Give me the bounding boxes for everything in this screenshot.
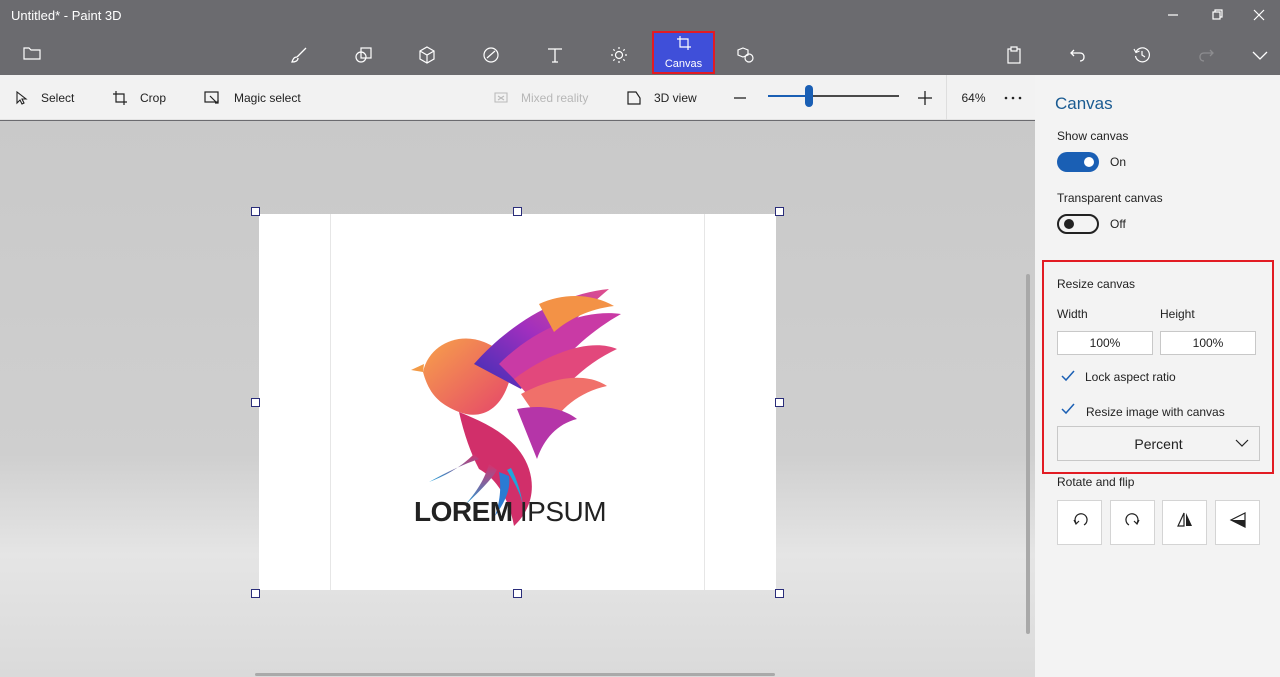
zoom-in-button[interactable]: [917, 75, 933, 120]
resize-handle-right[interactable]: [775, 398, 784, 407]
zoom-slider-thumb[interactable]: [805, 85, 813, 107]
show-canvas-label: Show canvas: [1057, 129, 1129, 143]
cursor-icon: [15, 90, 29, 105]
transparent-canvas-label: Transparent canvas: [1057, 191, 1163, 205]
history-icon[interactable]: [1127, 38, 1157, 72]
window-title: Untitled* - Paint 3D: [11, 8, 122, 23]
workspace[interactable]: [0, 121, 1035, 677]
resize-image-label: Resize image with canvas: [1086, 405, 1225, 419]
shapes-3d-icon[interactable]: [412, 38, 442, 72]
drawing-canvas[interactable]: [259, 214, 776, 590]
3d-view-button[interactable]: 3D view: [626, 75, 697, 120]
chevron-down-icon[interactable]: [1245, 38, 1275, 72]
logo-text-bold: LOREM: [414, 496, 513, 527]
canvas-panel: Canvas Show canvas On Transparent canvas…: [1035, 75, 1280, 677]
restore-button[interactable]: [1203, 4, 1233, 26]
close-button[interactable]: [1244, 4, 1274, 26]
show-canvas-toggle[interactable]: [1057, 152, 1099, 172]
rotate-left-button[interactable]: [1057, 500, 1102, 545]
panel-title: Canvas: [1055, 94, 1113, 113]
resize-handle-left[interactable]: [251, 398, 260, 407]
vertical-scrollbar[interactable]: [1026, 274, 1030, 634]
logo-text: LOREM IPSUM: [414, 496, 607, 528]
paste-icon[interactable]: [999, 38, 1029, 72]
show-canvas-toggle-knob: [1084, 157, 1094, 167]
shapes-2d-icon[interactable]: [349, 38, 379, 72]
3d-view-label: 3D view: [654, 90, 697, 105]
transparent-canvas-state: Off: [1110, 217, 1126, 231]
mixed-reality-icon: [493, 90, 509, 106]
resize-canvas-label: Resize canvas: [1057, 277, 1136, 291]
tab-canvas-label: Canvas: [664, 58, 703, 70]
zoom-slider[interactable]: [768, 85, 899, 107]
resize-handle-bottom-right[interactable]: [775, 589, 784, 598]
redo-icon: [1191, 38, 1221, 72]
height-input[interactable]: 100%: [1160, 331, 1256, 355]
magic-select-button[interactable]: Magic select: [204, 75, 301, 120]
brushes-icon[interactable]: [284, 38, 314, 72]
lock-aspect-checkbox[interactable]: [1061, 369, 1075, 383]
stickers-icon[interactable]: [476, 38, 506, 72]
rotate-right-button[interactable]: [1110, 500, 1155, 545]
menu-folder-icon[interactable]: [17, 36, 47, 70]
resize-image-checkbox[interactable]: [1061, 402, 1075, 416]
bird-logo-image: [411, 289, 621, 526]
effects-icon[interactable]: [604, 38, 634, 72]
resize-handle-top-left[interactable]: [251, 207, 260, 216]
tab-canvas[interactable]: Canvas: [652, 31, 715, 74]
transparent-canvas-toggle-knob: [1064, 219, 1074, 229]
magic-select-icon: [204, 90, 222, 106]
transparent-canvas-toggle[interactable]: [1057, 214, 1099, 234]
flip-horizontal-button[interactable]: [1162, 500, 1207, 545]
title-bar: Untitled* - Paint 3D Canvas: [0, 0, 1280, 75]
zoom-out-button[interactable]: [733, 75, 747, 120]
horizontal-scrollbar[interactable]: [255, 673, 775, 676]
resize-handle-bottom[interactable]: [513, 589, 522, 598]
rotate-right-icon: [1124, 511, 1142, 534]
crop-label: Crop: [140, 90, 167, 105]
resize-handle-bottom-left[interactable]: [251, 589, 260, 598]
flip-vertical-button[interactable]: [1215, 500, 1260, 545]
text-icon[interactable]: [540, 38, 570, 72]
rotate-flip-label: Rotate and flip: [1057, 475, 1135, 489]
select-label: Select: [41, 90, 75, 105]
rotate-left-icon: [1071, 511, 1089, 534]
magic-select-label: Magic select: [234, 90, 301, 105]
height-label: Height: [1160, 307, 1195, 321]
show-canvas-state: On: [1110, 155, 1127, 169]
canvas-toolbar: Select Crop Magic select Mixed reality 3…: [0, 75, 1035, 120]
minimize-button[interactable]: [1158, 4, 1188, 26]
flip-horizontal-icon: [1176, 511, 1194, 534]
select-button[interactable]: Select: [15, 75, 74, 120]
resize-handle-top[interactable]: [513, 207, 522, 216]
unit-dropdown[interactable]: Percent: [1057, 426, 1260, 461]
chevron-down-icon: [1235, 438, 1249, 448]
undo-icon[interactable]: [1063, 38, 1093, 72]
logo-text-light: IPSUM: [519, 496, 607, 527]
zoom-value[interactable]: 64%: [946, 75, 1001, 120]
3d-view-icon: [626, 90, 642, 106]
width-label: Width: [1057, 307, 1088, 321]
width-input[interactable]: 100%: [1057, 331, 1153, 355]
mixed-reality-label: Mixed reality: [521, 90, 589, 105]
mixed-reality-button: Mixed reality: [493, 75, 588, 120]
resize-handle-top-right[interactable]: [775, 207, 784, 216]
canvas-crop-icon: [676, 35, 692, 56]
flip-vertical-icon: [1229, 511, 1247, 534]
more-options-icon[interactable]: [1004, 75, 1022, 120]
crop-button[interactable]: Crop: [112, 75, 166, 120]
zoom-slider-fill: [768, 95, 809, 97]
lock-aspect-label: Lock aspect ratio: [1085, 370, 1176, 384]
unit-dropdown-value: Percent: [1134, 435, 1183, 452]
3d-library-icon[interactable]: [731, 38, 761, 72]
crop-icon: [112, 90, 128, 106]
